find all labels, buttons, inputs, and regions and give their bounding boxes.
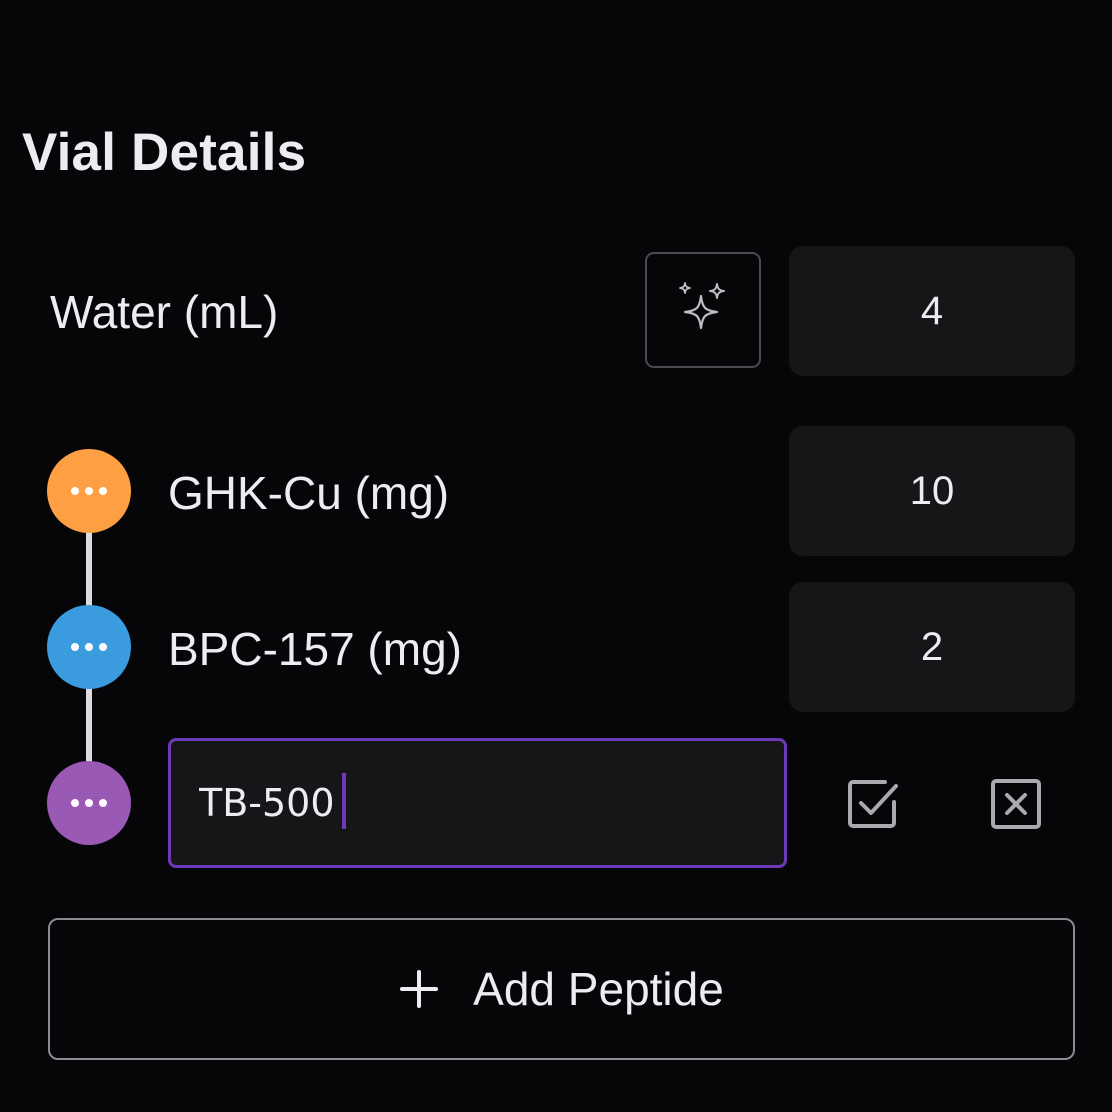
ellipsis-icon <box>99 487 107 495</box>
peptide-label-ghk-cu: GHK-Cu (mg) <box>168 467 450 519</box>
ellipsis-icon <box>85 487 93 495</box>
timeline-connector <box>86 530 92 610</box>
peptide-name-input[interactable] <box>168 738 787 868</box>
cancel-peptide-button[interactable] <box>988 776 1044 832</box>
confirm-peptide-button[interactable] <box>845 776 901 832</box>
peptide-label-bpc-157: BPC-157 (mg) <box>168 623 462 675</box>
peptide-menu-button-ghk-cu[interactable] <box>47 449 131 533</box>
checkbox-x-icon <box>991 779 1041 829</box>
ellipsis-icon <box>71 799 79 807</box>
timeline-connector <box>86 686 92 766</box>
ellipsis-icon <box>85 799 93 807</box>
section-title: Vial Details <box>22 123 307 182</box>
ellipsis-icon <box>71 487 79 495</box>
peptide-menu-button-new[interactable] <box>47 761 131 845</box>
sparkles-icon <box>679 282 725 330</box>
water-label: Water (mL) <box>50 286 279 338</box>
text-caret <box>342 773 346 829</box>
ellipsis-icon <box>85 643 93 651</box>
peptide-menu-button-bpc-157[interactable] <box>47 605 131 689</box>
ellipsis-icon <box>71 643 79 651</box>
peptide-value-input-ghk-cu[interactable]: 10 <box>789 426 1075 556</box>
peptide-value-input-bpc-157[interactable]: 2 <box>789 582 1075 712</box>
add-peptide-button[interactable]: Add Peptide <box>48 918 1075 1060</box>
plus-icon <box>400 970 439 1008</box>
ellipsis-icon <box>99 643 107 651</box>
auto-calculate-button[interactable] <box>645 252 761 368</box>
add-peptide-label: Add Peptide <box>473 963 724 1015</box>
checkbox-check-icon <box>848 780 898 828</box>
water-value-input[interactable]: 4 <box>789 246 1075 376</box>
ellipsis-icon <box>99 799 107 807</box>
